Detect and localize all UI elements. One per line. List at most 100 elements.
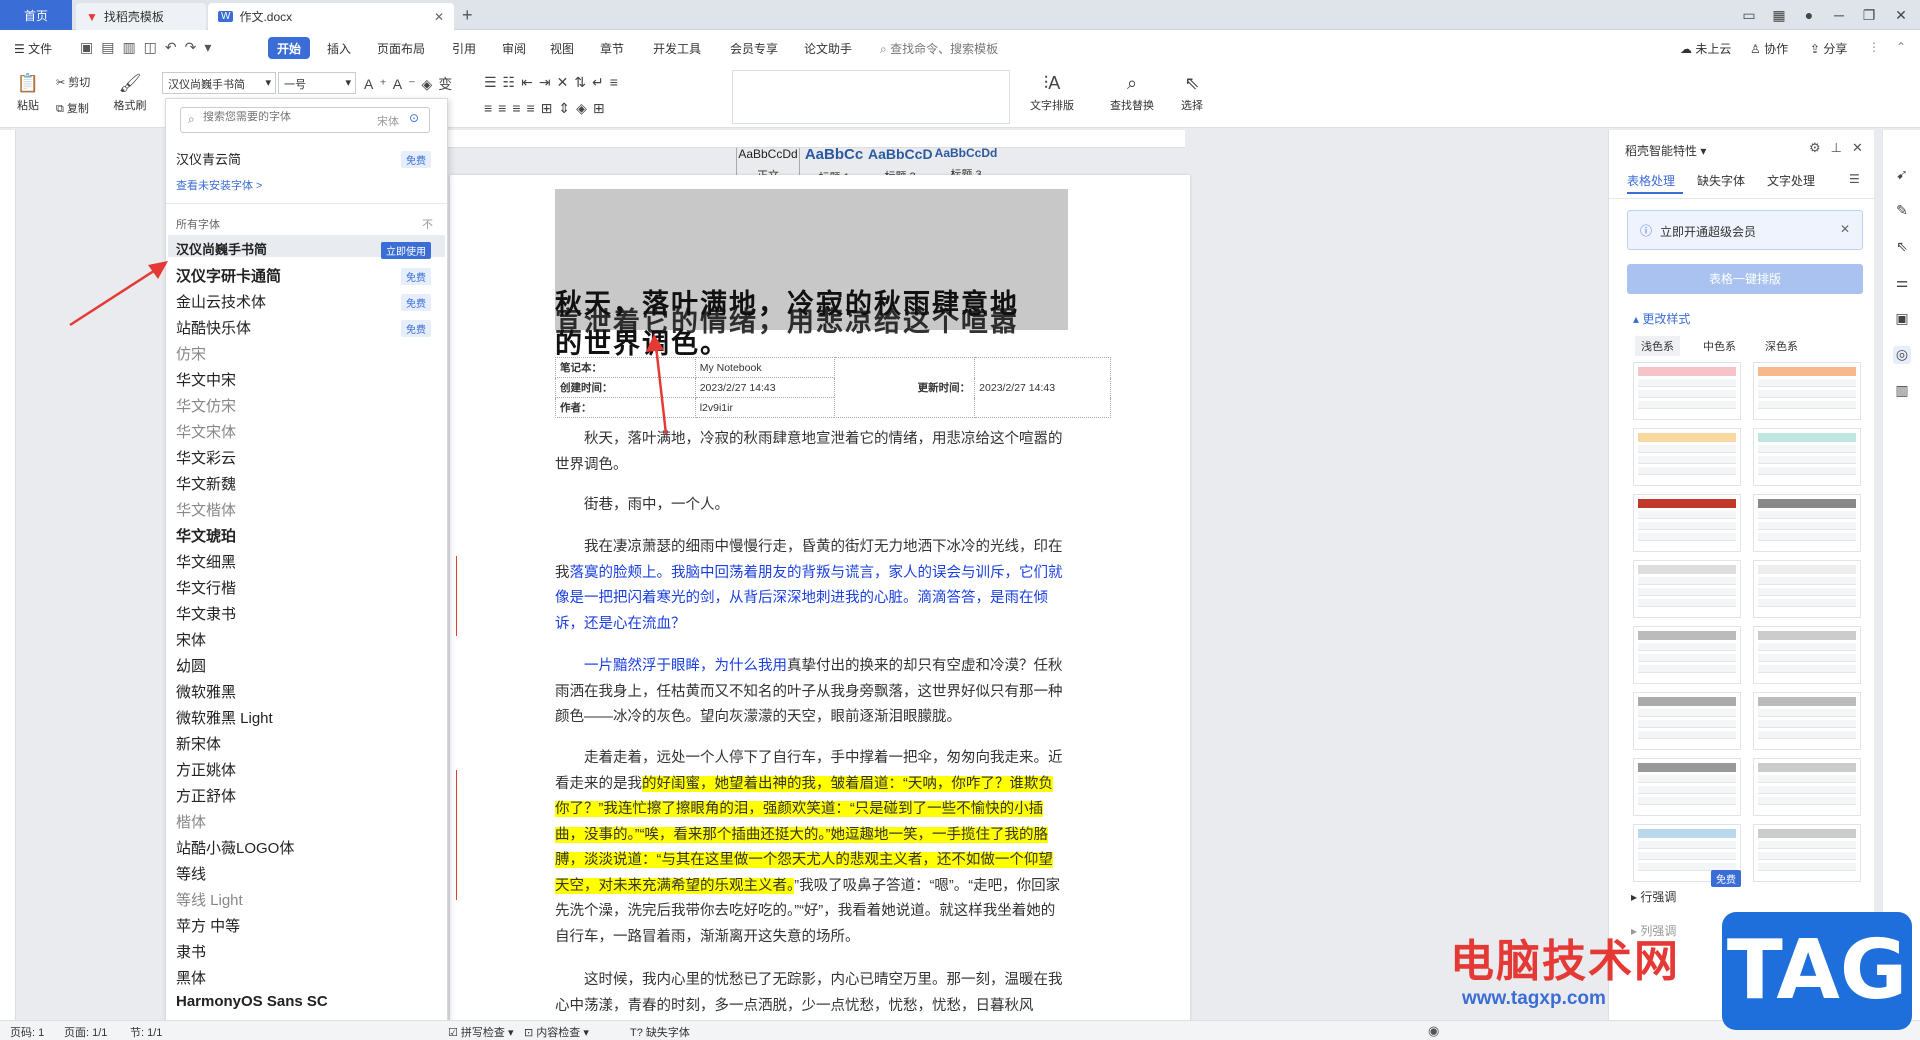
eye-protection-icon[interactable]: ◉ xyxy=(1428,1023,1439,1039)
table-style-thumbnail[interactable] xyxy=(1753,692,1861,750)
new-tab-button[interactable]: + xyxy=(462,5,473,26)
minimize-icon[interactable]: ─ xyxy=(1822,0,1856,30)
table-style-thumbnail[interactable] xyxy=(1633,494,1741,552)
font-list-item[interactable]: 等线 xyxy=(176,863,206,884)
font-list-item[interactable]: 华文琥珀 xyxy=(176,525,236,546)
content-check-button[interactable]: ⊡ 内容检查 ▾ xyxy=(524,1024,589,1040)
paragraph-3[interactable]: 我在凄凉萧瑟的细雨中慢慢行走，昏黄的街灯无力地洒下冰冷的光线，印在我落寞的脸颊上… xyxy=(555,535,1065,637)
spell-check-button[interactable]: ☑ 拼写检查 ▾ xyxy=(448,1024,514,1040)
table-style-thumbnail[interactable] xyxy=(1753,362,1861,420)
table-style-thumbnail[interactable] xyxy=(1633,626,1741,684)
tab-text-processing[interactable]: 文字处理 xyxy=(1767,172,1815,189)
book-icon[interactable]: ▥ xyxy=(1893,382,1911,400)
table-style-thumbnail[interactable] xyxy=(1753,824,1861,882)
status-section[interactable]: 节: 1/1 xyxy=(130,1024,162,1040)
font-list-item[interactable]: 微软雅黑 Light xyxy=(176,707,273,728)
command-search[interactable]: ⌕ 查找命令、搜索模板 xyxy=(880,40,998,57)
tab-dark-colors[interactable]: 深色系 xyxy=(1765,338,1798,354)
font-list-item[interactable]: 方正舒体 xyxy=(176,785,236,806)
font-name-select[interactable]: 汉仪尚巍手书简 ▾ xyxy=(162,72,276,94)
font-list-item[interactable]: 微软雅黑 xyxy=(176,681,236,702)
menu-home[interactable]: 开始 xyxy=(268,37,311,59)
font-list-item[interactable]: 站酷小薇LOGO体 xyxy=(176,837,294,858)
menu-thesis[interactable]: 论文助手 xyxy=(804,40,852,57)
tab-missing-font[interactable]: 缺失字体 xyxy=(1697,172,1745,189)
vertical-ruler[interactable] xyxy=(0,130,16,1020)
font-list-item[interactable]: 汉仪尚巍手书简 xyxy=(176,239,267,258)
status-page-number[interactable]: 页码: 1 xyxy=(10,1024,44,1040)
close-window-icon[interactable]: ✕ xyxy=(1884,0,1918,30)
more-icon[interactable]: ⋮ xyxy=(1868,40,1880,54)
font-list-item[interactable]: 仿宋 xyxy=(176,343,206,364)
table-style-thumbnail[interactable] xyxy=(1633,362,1741,420)
cut-button[interactable]: ✂ 剪切 xyxy=(56,74,106,90)
font-list-item[interactable]: 新宋体 xyxy=(176,733,221,754)
table-style-thumbnail[interactable] xyxy=(1753,494,1861,552)
menu-chapter[interactable]: 章节 xyxy=(600,40,624,57)
menu-layout[interactable]: 页面布局 xyxy=(377,40,425,57)
font-search-box[interactable]: ⌕ 宋体 ⊙ xyxy=(180,107,430,133)
font-list-item[interactable]: 华文新魏 xyxy=(176,473,236,494)
table-style-thumbnail[interactable] xyxy=(1633,560,1741,618)
tab-template[interactable]: ▼ 找稻壳模板 xyxy=(76,3,206,30)
smart-feature-icon[interactable]: ◎ xyxy=(1893,346,1911,364)
font-list-item[interactable]: 楷体 xyxy=(176,811,206,832)
paragraph-1[interactable]: 秋天，落叶满地，冷寂的秋雨肆意地宣泄着它的情绪，用悲凉给这个喧嚣的世界调色。 xyxy=(555,427,1065,478)
font-list-item[interactable]: 华文隶书 xyxy=(176,603,236,624)
view-uninstalled-fonts-link[interactable]: 查看未安装字体 > xyxy=(176,177,262,193)
menu-developer[interactable]: 开发工具 xyxy=(653,40,701,57)
restore-icon[interactable]: ❐ xyxy=(1852,0,1886,30)
font-list-item[interactable]: 汉仪字研卡通简 xyxy=(176,265,281,286)
panel-header-icons[interactable]: ⚙⊥✕ xyxy=(1809,140,1873,156)
tab-document[interactable]: W 作文.docx ✕ xyxy=(208,3,454,30)
font-search-input[interactable] xyxy=(203,111,353,123)
share-button[interactable]: ⇪ 分享 xyxy=(1810,40,1847,57)
font-list-item[interactable]: 幼圆 xyxy=(176,655,206,676)
text-layout-button[interactable]: ⫶A 文字排版 xyxy=(1024,72,1080,113)
table-style-thumbnail[interactable] xyxy=(1633,692,1741,750)
font-list-item[interactable]: 站酷快乐体 xyxy=(176,317,251,338)
tab-light-colors[interactable]: 浅色系 xyxy=(1635,336,1680,356)
font-list-item[interactable]: 华文中宋 xyxy=(176,369,236,390)
font-size-select[interactable]: 一号 ▾ xyxy=(278,72,356,94)
copy-button[interactable]: ⧉ 复制 xyxy=(56,100,106,116)
menu-file[interactable]: ☰ 文件 xyxy=(14,40,52,57)
change-style-toggle[interactable]: ▴ 更改样式 xyxy=(1633,310,1690,327)
menu-review[interactable]: 审阅 xyxy=(502,40,526,57)
font-list-item[interactable]: 金山云技术体 xyxy=(176,291,266,312)
font-list-item[interactable]: 苹方 中等 xyxy=(176,915,240,936)
menu-view[interactable]: 视图 xyxy=(550,40,574,57)
table-style-thumbnail[interactable] xyxy=(1753,560,1861,618)
pen-icon[interactable]: ✎ xyxy=(1893,202,1911,220)
paragraph-5[interactable]: 走着走着，远处一个人停下了自行车，手中撑着一把伞，匆匆向我走来。近看走来的是我的… xyxy=(555,746,1065,950)
avatar[interactable]: ● xyxy=(1792,0,1826,30)
recent-font-item[interactable]: 汉仪青云简 xyxy=(176,149,241,168)
tab-close-icon[interactable]: ✕ xyxy=(434,10,444,24)
quick-access-toolbar[interactable]: ▣▤▥◫↶↷▾ xyxy=(80,39,219,56)
pointer-icon[interactable]: ⇖ xyxy=(1893,238,1911,256)
use-now-button[interactable]: 立即使用 xyxy=(381,242,431,259)
paragraph-buttons[interactable]: ☰☷⇤⇥✕⇅↵≡ xyxy=(484,74,624,91)
font-list-item[interactable]: 华文楷体 xyxy=(176,499,236,520)
font-list-item[interactable]: 华文宋体 xyxy=(176,421,236,442)
font-list-item[interactable]: 等线 Light xyxy=(176,889,243,910)
find-replace-button[interactable]: ⌕ 查找替换 xyxy=(1104,72,1160,113)
missing-font-button[interactable]: T? 缺失字体 xyxy=(630,1024,690,1040)
vip-notice[interactable]: ⓘ 立即开通超级会员 ✕ xyxy=(1627,210,1863,250)
one-click-format-button[interactable]: 表格一键排版 xyxy=(1627,264,1863,294)
settings-slider-icon[interactable]: ⚌ xyxy=(1893,274,1911,292)
table-style-thumbnail[interactable] xyxy=(1753,626,1861,684)
font-format-buttons[interactable]: A⁺A⁻◈变 xyxy=(364,74,458,94)
cloud-status[interactable]: ☁ 未上云 xyxy=(1680,40,1731,57)
font-list-item[interactable]: 华文行楷 xyxy=(176,577,236,598)
font-list-item[interactable]: 华文彩云 xyxy=(176,447,236,468)
select-button[interactable]: ⇖ 选择 xyxy=(1172,72,1212,113)
table-style-thumbnail[interactable] xyxy=(1633,758,1741,816)
paragraph-6[interactable]: 这时候，我内心里的忧愁已了无踪影，内心已晴空万里。那一刻，温暖在我心中荡漾，青春… xyxy=(555,968,1065,1018)
table-style-thumbnail[interactable] xyxy=(1633,428,1741,486)
font-list-item[interactable]: 方正姚体 xyxy=(176,759,236,780)
font-list-item[interactable]: HarmonyOS Sans SC xyxy=(176,993,328,1010)
paste-button[interactable]: 📋 粘贴 xyxy=(10,72,46,113)
table-style-thumbnail[interactable] xyxy=(1753,428,1861,486)
menu-reference[interactable]: 引用 xyxy=(452,40,476,57)
